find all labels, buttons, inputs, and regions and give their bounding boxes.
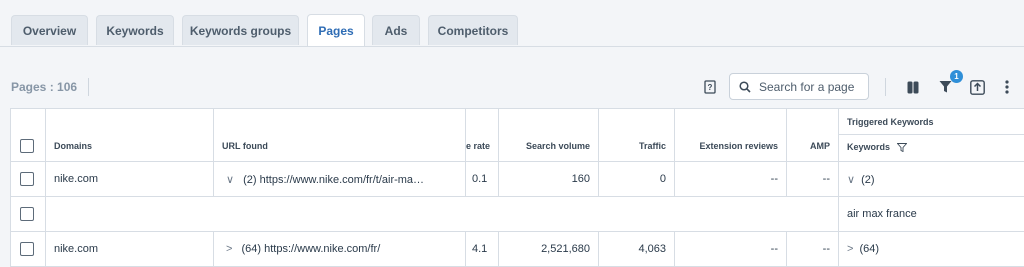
url-text: (64) https://www.nike.com/fr/	[242, 243, 381, 255]
search-input[interactable]	[757, 79, 861, 95]
more-options-icon[interactable]	[999, 77, 1015, 97]
keywords-count: (64)	[859, 243, 879, 255]
cell-amp: --	[787, 162, 839, 197]
cell-keywords[interactable]: ∨ (2)	[839, 162, 1024, 197]
keywords-count: (2)	[861, 174, 874, 186]
filter-count-badge: 1	[950, 70, 963, 83]
row-checkbox-cell	[11, 197, 46, 232]
expand-chevron-icon[interactable]: >	[226, 243, 232, 255]
table-row[interactable]: nike.com ∨ (2) https://www.nike.com/fr/t…	[11, 162, 1024, 197]
columns-icon[interactable]	[905, 78, 921, 96]
svg-text:?: ?	[708, 83, 713, 92]
row-checkbox-cell	[11, 162, 46, 197]
cell-extension-reviews: --	[675, 162, 787, 197]
header-select-all	[11, 109, 46, 162]
cell-amp: --	[787, 232, 839, 267]
col-domains[interactable]: Domains	[46, 109, 214, 162]
tabs-bar: Overview Keywords Keywords groups Pages …	[0, 0, 1024, 47]
filter-outline-icon[interactable]	[897, 143, 907, 154]
col-keywords-label: Keywords	[847, 142, 890, 152]
divider	[88, 78, 89, 96]
table-row-sub: air max france	[11, 197, 1024, 232]
row-checkbox[interactable]	[20, 207, 34, 221]
toolbar: Pages : 106 ? 1	[0, 47, 1024, 108]
expand-chevron-icon[interactable]: ∨	[226, 173, 234, 186]
col-url-found[interactable]: URL found	[214, 109, 466, 162]
search-box[interactable]	[729, 73, 869, 100]
expand-chevron-icon[interactable]: ∨	[847, 173, 855, 186]
cell-domain: nike.com	[46, 232, 214, 267]
row-checkbox-cell	[11, 232, 46, 267]
url-text: (2) https://www.nike.com/fr/t/air-ma…	[243, 174, 424, 186]
col-traffic[interactable]: Traffic	[599, 109, 675, 162]
cell-sub-keyword: air max france	[839, 197, 1024, 232]
cell-url[interactable]: ∨ (2) https://www.nike.com/fr/t/air-ma…	[214, 162, 466, 197]
cell-search-volume: 160	[499, 162, 599, 197]
pages-table: Domains URL found e rate Search volume T…	[10, 108, 1024, 267]
tab-keywords[interactable]: Keywords	[96, 15, 174, 45]
cell-extension-reviews: --	[675, 232, 787, 267]
row-checkbox[interactable]	[20, 172, 34, 186]
row-checkbox[interactable]	[20, 242, 34, 256]
cell-rate: 4.1	[466, 232, 499, 267]
col-rate[interactable]: e rate	[466, 109, 499, 162]
col-amp[interactable]: AMP	[787, 109, 839, 162]
cell-rate: 0.1	[466, 162, 499, 197]
tab-competitors[interactable]: Competitors	[428, 15, 518, 45]
col-keywords[interactable]: Keywords	[839, 135, 1024, 162]
tab-pages[interactable]: Pages	[307, 14, 365, 46]
select-all-checkbox[interactable]	[20, 139, 34, 153]
expand-chevron-icon[interactable]: >	[847, 243, 853, 255]
pages-count: Pages : 106	[11, 80, 77, 94]
page-info-icon[interactable]: ?	[702, 78, 718, 96]
cell-domain: nike.com	[46, 162, 214, 197]
cell-keywords[interactable]: > (64)	[839, 232, 1024, 267]
col-group-triggered-keywords: Triggered Keywords	[839, 109, 1024, 135]
cell-url[interactable]: > (64) https://www.nike.com/fr/	[214, 232, 466, 267]
table-row[interactable]: nike.com > (64) https://www.nike.com/fr/…	[11, 232, 1024, 267]
cell-traffic: 0	[599, 162, 675, 197]
export-icon[interactable]	[969, 78, 985, 96]
col-search-volume[interactable]: Search volume	[499, 109, 599, 162]
col-extension-reviews[interactable]: Extension reviews	[675, 109, 787, 162]
divider	[885, 78, 886, 96]
tab-ads[interactable]: Ads	[372, 15, 420, 45]
sub-row-spacer	[46, 197, 839, 232]
tab-overview[interactable]: Overview	[11, 15, 88, 45]
cell-traffic: 4,063	[599, 232, 675, 267]
cell-search-volume: 2,521,680	[499, 232, 599, 267]
tab-keywords-groups[interactable]: Keywords groups	[182, 15, 299, 45]
search-icon	[739, 81, 751, 93]
